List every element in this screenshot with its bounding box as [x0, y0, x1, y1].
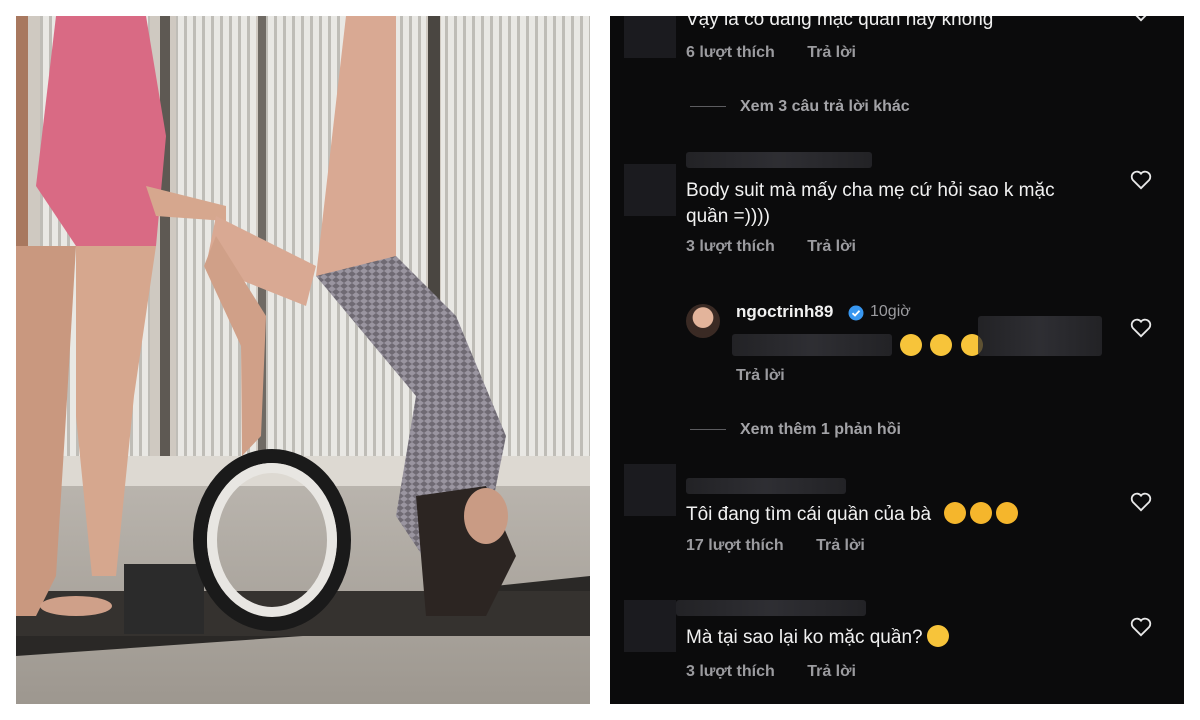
emoji-row	[896, 334, 983, 357]
heart-icon[interactable]	[1130, 492, 1152, 512]
like-count[interactable]: 3 lượt thích	[686, 663, 775, 680]
like-count[interactable]: 3 lượt thích	[686, 238, 775, 255]
verified-badge-icon	[848, 305, 864, 321]
avatar[interactable]	[624, 16, 676, 58]
heart-icon[interactable]	[1130, 16, 1152, 22]
blurred-username	[686, 478, 846, 494]
comment-text: Mà tại sao lại ko mặc quần?	[686, 625, 949, 650]
rofl-emoji	[930, 334, 953, 356]
astonished-emoji	[926, 625, 949, 647]
heart-eyes-emoji	[944, 502, 967, 524]
comment-time: 10giờ	[870, 303, 911, 320]
like-count[interactable]: 17 lượt thích	[686, 537, 784, 554]
avatar[interactable]	[624, 464, 676, 516]
heart-eyes-emoji	[996, 502, 1019, 524]
thread-line	[690, 429, 726, 431]
view-replies-link[interactable]: Xem 3 câu trả lời khác	[690, 98, 910, 116]
heart-icon[interactable]	[1130, 617, 1152, 637]
comment-text: Body suit mà mấy cha mẹ cứ hỏi sao k mặc	[686, 180, 1055, 201]
reply-button[interactable]: Trả lời	[807, 663, 856, 680]
rofl-emoji	[900, 334, 922, 356]
reply-button[interactable]: Trả lời	[807, 238, 856, 255]
comment-body: Mà tại sao lại ko mặc quần?	[686, 627, 923, 648]
heart-icon[interactable]	[1130, 170, 1152, 190]
reply-button[interactable]: Trả lời	[807, 44, 856, 61]
heart-eyes-emoji	[970, 502, 993, 524]
view-replies-label: Xem thêm 1 phản hồi	[740, 421, 901, 438]
reply-button[interactable]: Trả lời	[736, 367, 785, 385]
blurred-text	[732, 334, 892, 356]
heart-icon[interactable]	[1130, 318, 1152, 338]
blurred-username	[676, 600, 866, 616]
blurred-username	[686, 152, 872, 168]
comment-meta: 17 lượt thích Trả lời	[686, 537, 893, 555]
yoga-photo	[16, 16, 590, 704]
username[interactable]: ngoctrinh89	[736, 302, 833, 322]
comment-text: Vậy là có đang mặc quần hay không	[686, 16, 994, 30]
avatar[interactable]	[686, 304, 720, 338]
comment-text: quần =))))	[686, 206, 770, 227]
view-replies-label: Xem 3 câu trả lời khác	[740, 98, 910, 115]
view-replies-link[interactable]: Xem thêm 1 phản hồi	[690, 421, 901, 439]
blurred-text	[978, 316, 1102, 356]
comment-meta: 3 lượt thích Trả lời	[686, 238, 884, 256]
comment-text: Tôi đang tìm cái quần của bà	[686, 502, 1019, 527]
reply-button[interactable]: Trả lời	[816, 537, 865, 554]
avatar[interactable]	[624, 164, 676, 216]
like-count[interactable]: 6 lượt thích	[686, 44, 775, 61]
avatar[interactable]	[624, 600, 676, 652]
comment-meta: 6 lượt thích Trả lời	[686, 44, 884, 62]
thread-line	[690, 106, 726, 108]
comment-body: Tôi đang tìm cái quần của bà	[686, 504, 932, 525]
comments-panel: Vậy là có đang mặc quần hay không 6 lượt…	[610, 16, 1184, 704]
comment-meta: 3 lượt thích Trả lời	[686, 663, 884, 681]
